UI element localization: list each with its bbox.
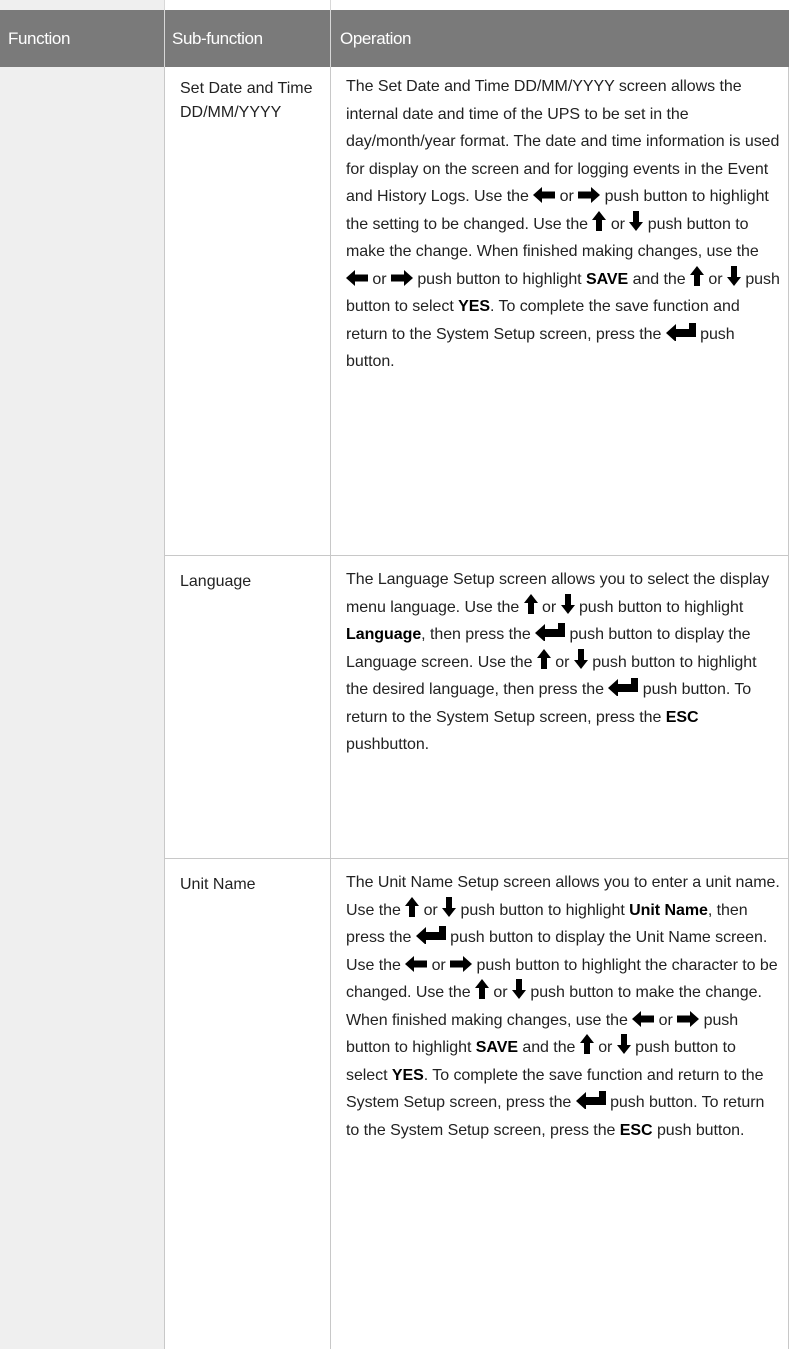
- emphasis-text: SAVE: [475, 1039, 518, 1056]
- down-arrow-icon: [629, 210, 644, 231]
- row-divider: [164, 555, 789, 556]
- emphasis-text: ESC: [665, 708, 699, 726]
- down-arrow-icon: [442, 896, 457, 917]
- right-arrow-icon: [578, 187, 601, 203]
- operation-text: or: [606, 215, 630, 233]
- operation-text: or: [593, 1039, 617, 1056]
- operation-text: or: [368, 270, 391, 288]
- header-divider: [330, 0, 331, 67]
- operation-text: push button to highlight: [574, 598, 744, 616]
- up-arrow-icon: [579, 1034, 594, 1054]
- left-arrow-icon: [346, 269, 368, 286]
- operation-text: or: [419, 901, 443, 919]
- operation-text: push button to highlight: [456, 901, 630, 919]
- row-divider: [164, 858, 789, 859]
- emphasis-text: SAVE: [585, 270, 629, 288]
- emphasis-text: YES: [391, 1066, 424, 1084]
- enter-arrow-icon: [535, 623, 566, 641]
- operation-text: or: [427, 956, 451, 974]
- operation-cell: The Set Date and Time DD/MM/YYYY screen …: [346, 73, 780, 376]
- up-arrow-icon: [690, 265, 704, 286]
- down-arrow-icon: [573, 648, 588, 669]
- sub-function-cell: Language: [180, 573, 252, 590]
- right-arrow-icon: [677, 1010, 700, 1027]
- sub-function-cell: Unit Name: [180, 876, 256, 893]
- operation-text: or: [550, 653, 574, 671]
- operation-text: push button to highlight: [412, 270, 586, 288]
- left-arrow-icon: [533, 187, 556, 203]
- up-arrow-icon: [536, 648, 551, 669]
- header-divider: [164, 0, 165, 67]
- operation-cell: The Language Setup screen allows you to …: [346, 566, 780, 759]
- down-arrow-icon: [560, 593, 575, 614]
- emphasis-text: Language: [346, 626, 422, 643]
- operation-text: and the: [517, 1039, 580, 1056]
- up-arrow-icon: [523, 593, 538, 614]
- up-arrow-icon: [405, 896, 420, 917]
- sub-function-cell: Set Date and Time DD/MM/YYYY: [180, 80, 313, 121]
- operation-text: and the: [628, 270, 690, 288]
- emphasis-text: Unit Name: [629, 901, 708, 919]
- right-arrow-icon: [450, 955, 473, 972]
- operation-text: or: [555, 188, 579, 205]
- column-divider: [164, 67, 165, 1349]
- operation-text: , then press the: [421, 626, 536, 643]
- table-header: Function Sub-function Operation: [0, 0, 789, 67]
- down-arrow-icon: [511, 979, 526, 999]
- emphasis-text: YES: [458, 298, 490, 315]
- enter-arrow-icon: [665, 322, 696, 341]
- emphasis-text: ESC: [619, 1121, 653, 1139]
- enter-arrow-icon: [415, 926, 446, 944]
- down-arrow-icon: [616, 1034, 631, 1054]
- header-function: Function: [8, 29, 71, 48]
- operation-text: or: [654, 1011, 678, 1029]
- sub-function-column: [164, 0, 330, 1349]
- function-table: Function Sub-function Operation Set Date…: [0, 0, 789, 1349]
- down-arrow-icon: [726, 265, 741, 286]
- column-divider: [330, 67, 331, 1349]
- header-operation: Operation: [340, 29, 412, 48]
- operation-text: The Set Date and Time DD/MM/YYYY screen …: [346, 78, 780, 205]
- operation-text: push button.: [652, 1121, 745, 1139]
- left-arrow-icon: [632, 1010, 655, 1027]
- header-sub-function: Sub-function: [172, 29, 263, 48]
- up-arrow-icon: [592, 210, 607, 231]
- enter-arrow-icon: [575, 1091, 606, 1109]
- operation-text: or: [537, 598, 561, 616]
- up-arrow-icon: [475, 979, 490, 999]
- operation-text: or: [489, 984, 512, 1001]
- operation-cell: The Unit Name Setup screen allows you to…: [346, 869, 780, 1144]
- operation-text: pushbutton.: [346, 736, 430, 753]
- left-arrow-icon: [405, 955, 428, 972]
- function-column: [0, 0, 164, 1349]
- enter-arrow-icon: [608, 678, 639, 696]
- right-arrow-icon: [390, 269, 413, 286]
- operation-text: or: [704, 270, 727, 288]
